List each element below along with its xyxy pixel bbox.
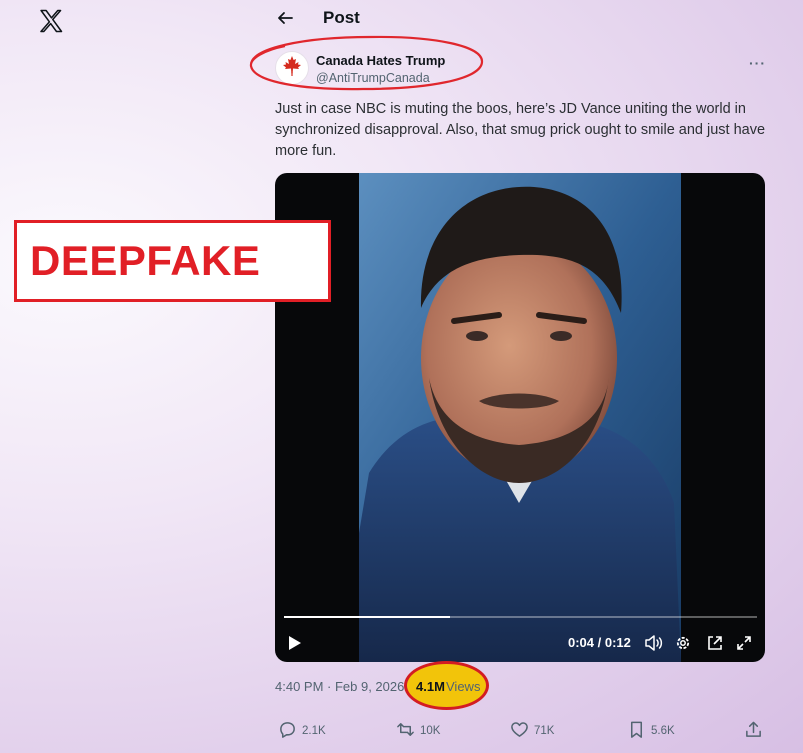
back-arrow-icon[interactable] bbox=[276, 9, 294, 27]
page-title: Post bbox=[323, 8, 360, 27]
deepfake-label: DEEPFAKE bbox=[30, 237, 261, 284]
tweet-text: Just in case NBC is muting the boos, her… bbox=[275, 101, 766, 159]
popout-icon[interactable] bbox=[707, 635, 723, 651]
video-player[interactable]: 0:04 / 0:12 bbox=[275, 173, 765, 662]
reply-icon bbox=[278, 720, 297, 742]
share-button[interactable] bbox=[744, 720, 763, 742]
post-timestamp[interactable]: 4:40 PM · Feb 9, 2026 · bbox=[275, 679, 412, 694]
video-progress-track[interactable] bbox=[284, 616, 757, 618]
video-progress-fill bbox=[284, 616, 450, 618]
bookmark-icon bbox=[627, 720, 646, 742]
fullscreen-icon[interactable] bbox=[736, 635, 752, 651]
video-frame bbox=[359, 173, 681, 662]
share-icon bbox=[744, 720, 763, 742]
views-label: Views bbox=[446, 679, 481, 694]
deepfake-stamp: DEEPFAKE bbox=[14, 220, 331, 302]
like-button[interactable]: 71K bbox=[510, 720, 554, 742]
repost-button[interactable]: 10K bbox=[396, 720, 440, 742]
x-logo-icon[interactable] bbox=[37, 7, 65, 35]
volume-icon[interactable] bbox=[645, 635, 663, 651]
video-time: 0:04 / 0:12 bbox=[568, 635, 631, 650]
heart-icon bbox=[510, 720, 529, 742]
play-icon[interactable] bbox=[288, 635, 302, 651]
views-count: 4.1M bbox=[416, 679, 445, 694]
like-count: 71K bbox=[534, 725, 555, 737]
reply-count: 2.1K bbox=[302, 725, 326, 737]
author-highlight-circle bbox=[245, 34, 487, 92]
reply-button[interactable]: 2.1K bbox=[278, 720, 326, 742]
bookmark-button[interactable]: 5.6K bbox=[627, 720, 675, 742]
settings-gear-icon[interactable] bbox=[675, 635, 691, 651]
more-dots-icon[interactable]: ··· bbox=[749, 55, 766, 71]
repost-count: 10K bbox=[420, 725, 441, 737]
bookmark-count: 5.6K bbox=[651, 725, 675, 737]
repost-icon bbox=[396, 720, 415, 742]
